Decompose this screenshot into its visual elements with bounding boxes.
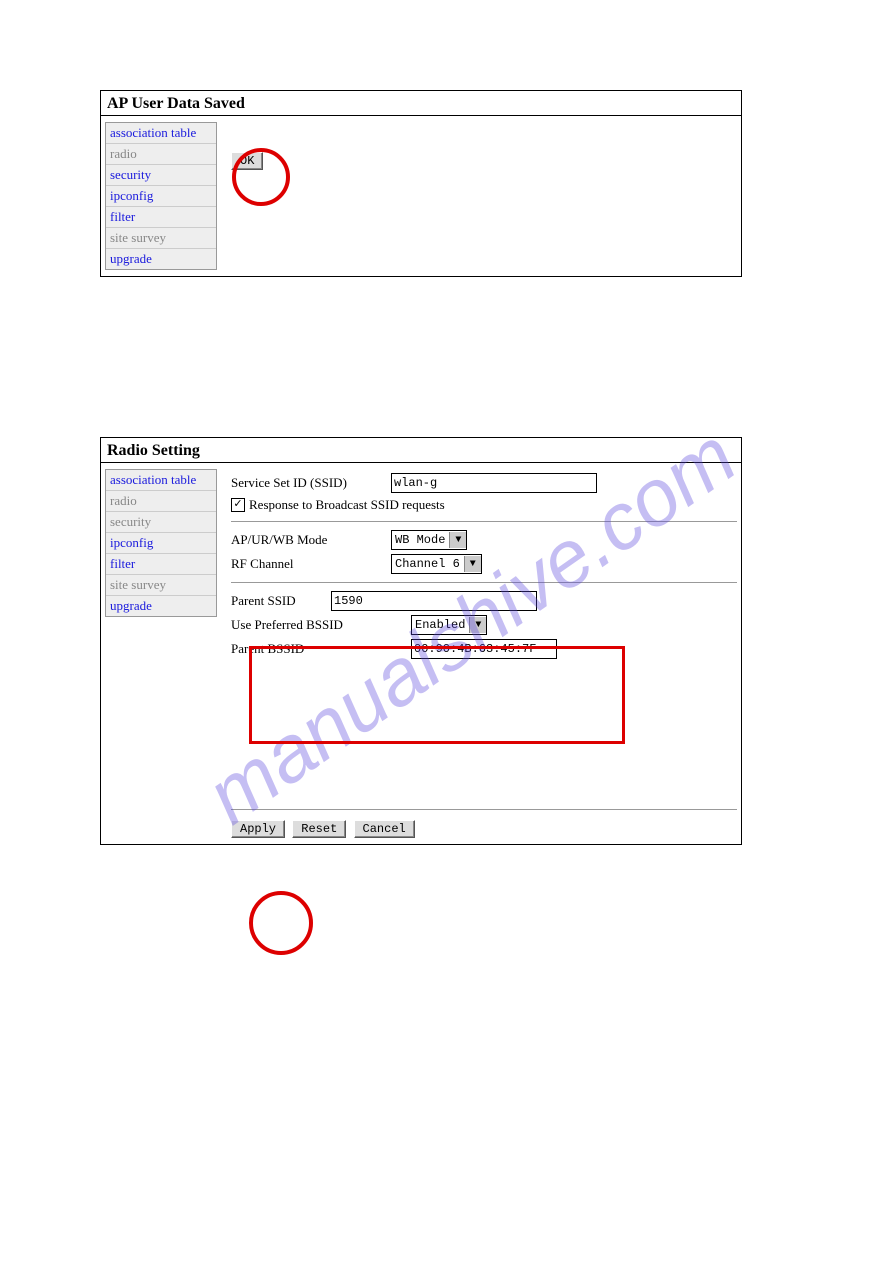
use-preferred-bssid-value: Enabled bbox=[415, 618, 465, 632]
rf-channel-label: RF Channel bbox=[231, 556, 391, 572]
cancel-button[interactable]: Cancel bbox=[354, 820, 415, 838]
use-preferred-bssid-select[interactable]: Enabled ▼ bbox=[411, 615, 487, 635]
ok-button[interactable]: OK bbox=[231, 152, 263, 170]
annotation-circle-apply bbox=[249, 891, 313, 955]
sidebar-item-association-table[interactable]: association table bbox=[106, 123, 216, 144]
side-menu: association table radio security ipconfi… bbox=[105, 122, 217, 270]
ap-user-data-saved-panel: AP User Data Saved association table rad… bbox=[100, 90, 742, 277]
chevron-down-icon: ▼ bbox=[469, 617, 486, 633]
reset-button[interactable]: Reset bbox=[292, 820, 346, 838]
sidebar-item-filter[interactable]: filter bbox=[106, 554, 216, 575]
panel-title: AP User Data Saved bbox=[101, 91, 741, 115]
divider bbox=[101, 115, 741, 116]
parent-bssid-input[interactable] bbox=[411, 639, 557, 659]
sidebar-item-site-survey: site survey bbox=[106, 575, 216, 596]
divider bbox=[101, 462, 741, 463]
mode-select[interactable]: WB Mode ▼ bbox=[391, 530, 467, 550]
sidebar-item-filter[interactable]: filter bbox=[106, 207, 216, 228]
parent-bssid-label: Parent BSSID bbox=[231, 641, 411, 657]
ssid-input[interactable] bbox=[391, 473, 597, 493]
rf-channel-value: Channel 6 bbox=[395, 557, 460, 571]
side-menu: association table radio security ipconfi… bbox=[105, 469, 217, 617]
sidebar-item-security[interactable]: security bbox=[106, 165, 216, 186]
sidebar-item-ipconfig[interactable]: ipconfig bbox=[106, 533, 216, 554]
sidebar-item-upgrade[interactable]: upgrade bbox=[106, 249, 216, 269]
sidebar-item-security: security bbox=[106, 512, 216, 533]
mode-value: WB Mode bbox=[395, 533, 445, 547]
panel-title: Radio Setting bbox=[101, 438, 741, 462]
divider bbox=[231, 582, 737, 583]
response-broadcast-label: Response to Broadcast SSID requests bbox=[249, 497, 445, 513]
radio-setting-panel: Radio Setting association table radio se… bbox=[100, 437, 742, 845]
sidebar-item-association-table[interactable]: association table bbox=[106, 470, 216, 491]
parent-ssid-input[interactable] bbox=[331, 591, 537, 611]
sidebar-item-upgrade[interactable]: upgrade bbox=[106, 596, 216, 616]
response-broadcast-checkbox[interactable]: ✓ bbox=[231, 498, 245, 512]
use-preferred-bssid-label: Use Preferred BSSID bbox=[231, 617, 411, 633]
divider bbox=[231, 521, 737, 522]
sidebar-item-site-survey: site survey bbox=[106, 228, 216, 249]
chevron-down-icon: ▼ bbox=[464, 556, 481, 572]
apply-button[interactable]: Apply bbox=[231, 820, 285, 838]
mode-label: AP/UR/WB Mode bbox=[231, 532, 391, 548]
ssid-label: Service Set ID (SSID) bbox=[231, 475, 391, 491]
rf-channel-select[interactable]: Channel 6 ▼ bbox=[391, 554, 482, 574]
sidebar-item-ipconfig[interactable]: ipconfig bbox=[106, 186, 216, 207]
parent-ssid-label: Parent SSID bbox=[231, 593, 331, 609]
sidebar-item-radio: radio bbox=[106, 491, 216, 512]
chevron-down-icon: ▼ bbox=[449, 532, 466, 548]
divider bbox=[231, 809, 737, 810]
sidebar-item-radio: radio bbox=[106, 144, 216, 165]
